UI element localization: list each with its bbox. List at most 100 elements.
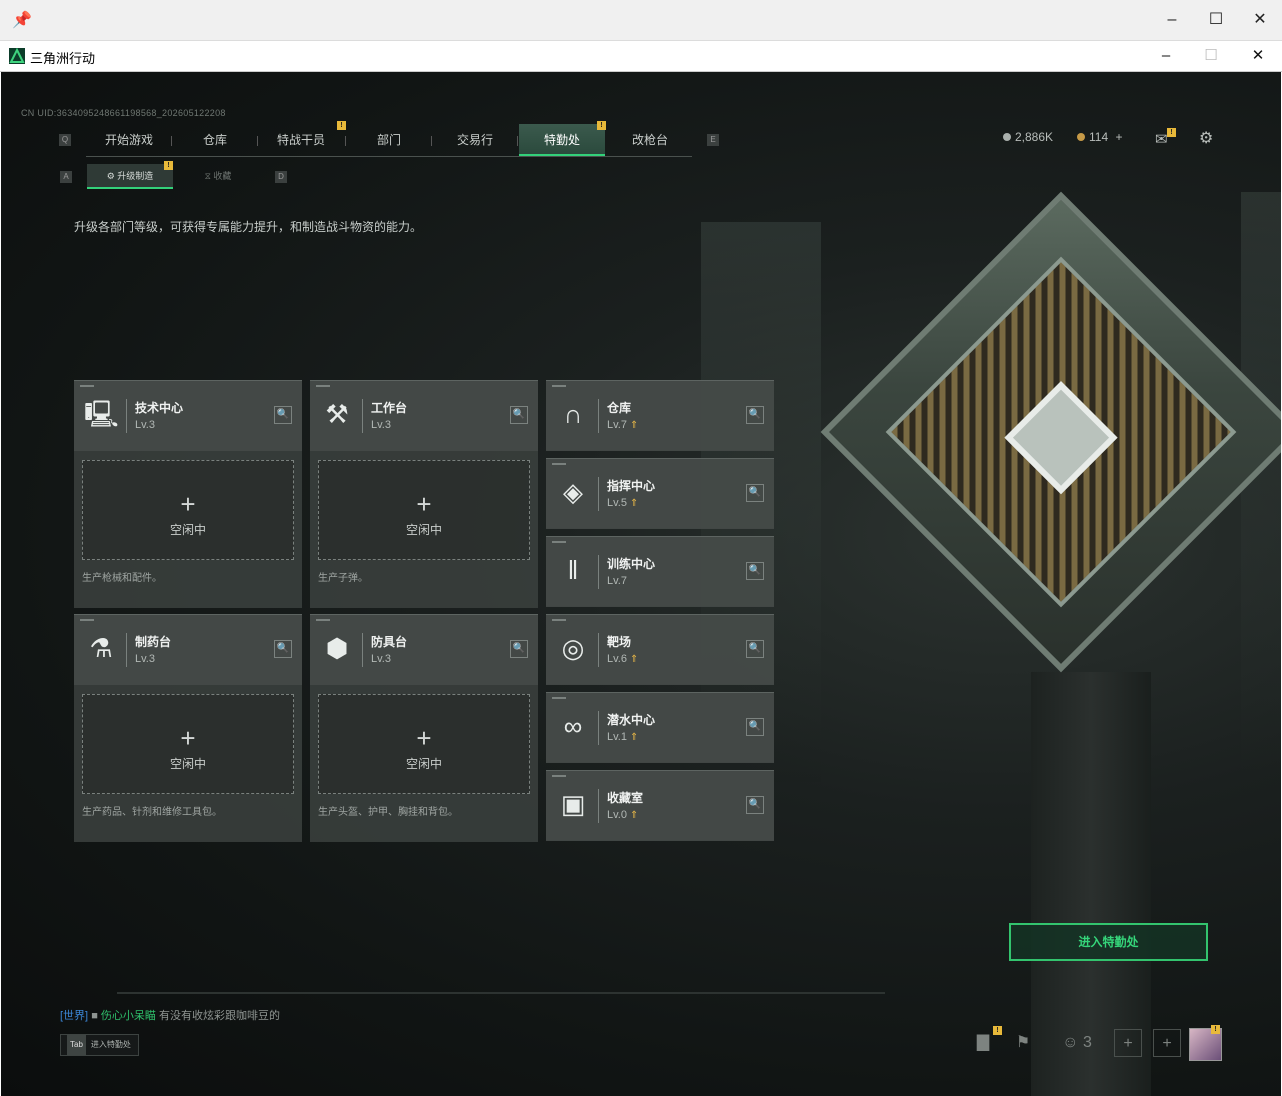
craft-slot[interactable]: + 空闲中 xyxy=(82,460,294,560)
facility-shooting-range[interactable]: ◎ 靶场 Lv.6 ⇑ 🔍 xyxy=(546,614,774,685)
facility-header: ∞ 潜水中心 Lv.1 ⇑ 🔍 xyxy=(546,693,774,763)
window-close-button[interactable]: ✕ xyxy=(1243,44,1273,68)
subtab-collection-label: 收藏 xyxy=(213,171,232,181)
craft-slot[interactable]: + 空闲中 xyxy=(82,694,294,794)
facility-level-row: Lv.6 ⇑ xyxy=(607,653,638,665)
workbench-name: 制药台 xyxy=(135,635,172,649)
workbench-name: 工作台 xyxy=(371,401,408,415)
currency-tickets: 114 + xyxy=(1077,130,1123,144)
card-corner-mark xyxy=(316,385,330,387)
pin-icon[interactable]: 📌 xyxy=(12,10,32,30)
facility-name: 仓库 xyxy=(607,401,632,415)
chat-channel: [世界] xyxy=(60,1010,89,1022)
facility-name: 靶场 xyxy=(607,635,632,649)
idle-label: 空闲中 xyxy=(405,757,442,771)
facility-name: 潜水中心 xyxy=(607,713,656,727)
game-window-title-bar: 三角洲行动 – ☐ ✕ xyxy=(0,41,1282,72)
idle-label: 空闲中 xyxy=(169,523,206,537)
workbench-level: Lv.3 xyxy=(135,419,155,431)
window-title: 三角洲行动 xyxy=(30,51,96,66)
search-icon[interactable]: 🔍 xyxy=(274,406,292,424)
hammer-wrench-icon: ⚒ xyxy=(325,399,349,429)
search-icon[interactable]: 🔍 xyxy=(746,718,764,736)
card-divider xyxy=(598,789,599,823)
tab-warehouse[interactable]: 仓库 xyxy=(183,124,247,156)
card-divider xyxy=(598,399,599,433)
currency-coins: 2,886K xyxy=(1003,130,1053,144)
nav-separator xyxy=(257,136,258,146)
settings-gear-icon[interactable]: ⚙ xyxy=(1199,128,1213,148)
facility-level: Lv.6 xyxy=(607,653,627,665)
search-icon[interactable]: 🔍 xyxy=(746,562,764,580)
arch-icon: ∩ xyxy=(563,399,583,429)
facility-header: ∩ 仓库 Lv.7 ⇑ 🔍 xyxy=(546,381,774,451)
add-slot-button[interactable]: + xyxy=(1114,1029,1142,1057)
workbench-header[interactable]: ⬢ 防具台 Lv.3 🔍 xyxy=(310,615,538,685)
workbench-header[interactable]: ⚗ 制药台 Lv.3 🔍 xyxy=(74,615,302,685)
facility-command-center[interactable]: ◈ 指挥中心 Lv.5 ⇑ 🔍 xyxy=(546,458,774,529)
facility-header: ◈ 指挥中心 Lv.5 ⇑ 🔍 xyxy=(546,459,774,529)
tab-department[interactable]: 部门 xyxy=(357,124,421,156)
search-icon[interactable]: 🔍 xyxy=(746,406,764,424)
card-corner-mark xyxy=(80,619,94,621)
workbench-header[interactable]: ⚒ 工作台 Lv.3 🔍 xyxy=(310,381,538,451)
notice-badge: ! xyxy=(337,121,346,130)
chat-message[interactable]: [世界] ■ 伤心小呆瞄 有没有收炫彩跟咖啡豆的 xyxy=(60,1007,280,1023)
idle-label: 空闲中 xyxy=(405,523,442,537)
enter-special-ops-button[interactable]: 进入特勤处 xyxy=(1009,923,1208,961)
workbench-description: 生产枪械和配件。 xyxy=(82,573,162,584)
target-icon: ◎ xyxy=(561,633,585,663)
add-slot-button[interactable]: + xyxy=(1153,1029,1181,1057)
search-icon[interactable]: 🔍 xyxy=(510,640,528,658)
maximize-icon[interactable]: ☐ xyxy=(1201,8,1231,32)
minimize-icon[interactable]: – xyxy=(1157,8,1187,32)
facility-training-center[interactable]: ‖ 训练中心 Lv.7 🔍 xyxy=(546,536,774,607)
card-corner-mark xyxy=(80,385,94,387)
camera-icon: ■ xyxy=(91,1010,98,1022)
notice-badge: ! xyxy=(164,161,173,170)
facility-diving-center[interactable]: ∞ 潜水中心 Lv.1 ⇑ 🔍 xyxy=(546,692,774,763)
card-corner-mark xyxy=(552,541,566,543)
facility-header: ◎ 靶场 Lv.6 ⇑ 🔍 xyxy=(546,615,774,685)
facility-collection-room[interactable]: ▣ 收藏室 Lv.0 ⇑ 🔍 xyxy=(546,770,774,841)
search-icon[interactable]: 🔍 xyxy=(746,484,764,502)
workbench-header[interactable]: 🖳 技术中心 Lv.3 🔍 xyxy=(74,381,302,451)
tab-special-ops[interactable]: 特勤处 xyxy=(519,124,605,156)
craft-slot[interactable]: + 空闲中 xyxy=(318,694,530,794)
facility-warehouse[interactable]: ∩ 仓库 Lv.7 ⇑ 🔍 xyxy=(546,380,774,451)
facility-header: ▣ 收藏室 Lv.0 ⇑ 🔍 xyxy=(546,771,774,841)
tab-operators[interactable]: 特战干员 xyxy=(269,124,333,156)
card-divider xyxy=(598,477,599,511)
card-divider xyxy=(598,633,599,667)
subtab-upgrade-craft[interactable]: ⚙ 升级制造 xyxy=(87,164,173,189)
friends-count: 3 xyxy=(1082,1034,1092,1051)
mail-icon[interactable]: ✉ xyxy=(1155,130,1168,148)
plus-icon: + xyxy=(416,723,432,753)
craft-slot[interactable]: + 空闲中 xyxy=(318,460,530,560)
tab-hint[interactable]: Tab 进入特勤处 xyxy=(60,1034,139,1056)
facility-level: Lv.5 xyxy=(607,497,627,509)
coin-icon xyxy=(1003,133,1011,141)
friends-button[interactable]: ☺ 3 xyxy=(1057,1029,1097,1057)
tab-gunsmith[interactable]: 改枪台 xyxy=(615,124,685,156)
tab-hint-label: 进入特勤处 xyxy=(90,1040,131,1049)
search-icon[interactable]: 🔍 xyxy=(746,796,764,814)
subtab-upgrade-craft-label: 升级制造 xyxy=(117,171,154,181)
subtab-collection[interactable]: ⧖ 收藏 xyxy=(183,164,253,189)
tab-start-game[interactable]: 开始游戏 xyxy=(97,124,161,156)
search-icon[interactable]: 🔍 xyxy=(510,406,528,424)
facility-level-row: Lv.5 ⇑ xyxy=(607,497,638,509)
card-corner-mark xyxy=(552,619,566,621)
nav-separator xyxy=(431,136,432,146)
flag-icon[interactable]: ⚑ xyxy=(1009,1029,1037,1057)
add-currency-button[interactable]: + xyxy=(1115,130,1122,144)
window-minimize-button[interactable]: – xyxy=(1151,44,1181,68)
search-icon[interactable]: 🔍 xyxy=(274,640,292,658)
monitor-icon: 🖳 xyxy=(84,399,119,429)
close-icon[interactable]: ✕ xyxy=(1245,8,1275,32)
window-maximize-button[interactable]: ☐ xyxy=(1196,44,1226,68)
notice-badge: ! xyxy=(1211,1025,1220,1034)
search-icon[interactable]: 🔍 xyxy=(746,640,764,658)
tab-trading[interactable]: 交易行 xyxy=(443,124,507,156)
workbench-description: 生产头盔、护甲、胸挂和背包。 xyxy=(318,807,458,818)
